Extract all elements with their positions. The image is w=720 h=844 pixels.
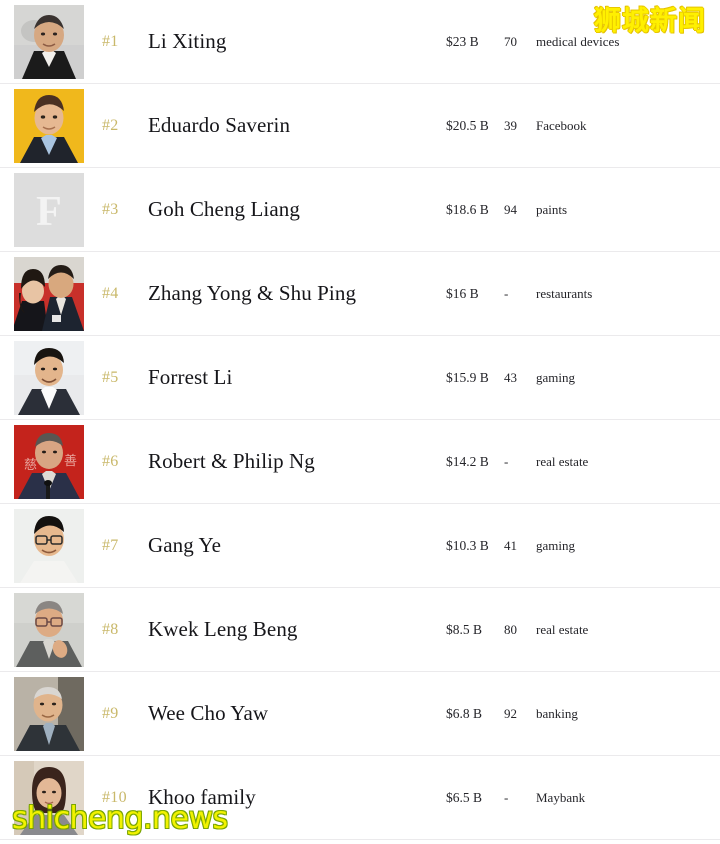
wealth-source: paints [536, 201, 568, 217]
age: 92 [504, 705, 517, 721]
age: - [504, 789, 509, 805]
avatar-cell [0, 756, 100, 840]
rank-label: #4 [102, 284, 119, 302]
table-row[interactable]: #5 Forrest Li $15.9 B 43 gaming [0, 336, 720, 420]
person-name[interactable]: Goh Cheng Liang [146, 197, 446, 222]
rank-label: #6 [102, 452, 119, 470]
avatar-cell: F [0, 168, 100, 252]
person-name[interactable]: Kwek Leng Beng [146, 617, 446, 642]
avatar [14, 592, 84, 667]
rank-label: #8 [102, 620, 119, 638]
wealth-source: restaurants [536, 285, 593, 301]
rank-label: #5 [102, 368, 119, 386]
table-row[interactable]: #4 Zhang Yong & Shu Ping $16 B - restaurants [0, 252, 720, 336]
avatar-cell [0, 504, 100, 588]
age: 43 [504, 369, 517, 385]
table-row[interactable]: #9 Wee Cho Yaw $6.8 B 92 banking [0, 672, 720, 756]
wealth-source: medical devices [536, 33, 620, 49]
avatar-cell [0, 588, 100, 672]
person-name[interactable]: Wee Cho Yaw [146, 701, 446, 726]
wealth-source: real estate [536, 453, 589, 469]
net-worth: $23 B [446, 33, 479, 49]
person-name[interactable]: Robert & Philip Ng [146, 449, 446, 474]
wealth-source: banking [536, 705, 578, 721]
net-worth: $16 B [446, 285, 479, 301]
net-worth: $6.8 B [446, 705, 483, 721]
wealth-source: real estate [536, 621, 589, 637]
net-worth: $14.2 B [446, 453, 489, 469]
avatar [14, 88, 84, 163]
table-row[interactable]: 慈 善 #6 Robert & Philip Ng $14.2 B - real est… [0, 420, 720, 504]
net-worth: $15.9 B [446, 369, 489, 385]
net-worth: $6.5 B [446, 789, 483, 805]
avatar-cell [0, 0, 100, 84]
net-worth: $8.5 B [446, 621, 483, 637]
wealth-source: gaming [536, 537, 575, 553]
table-row[interactable]: #2 Eduardo Saverin $20.5 B 39 Facebook [0, 84, 720, 168]
avatar [14, 760, 84, 835]
avatar-cell [0, 252, 100, 336]
age: 41 [504, 537, 517, 553]
avatar [14, 256, 84, 331]
net-worth: $10.3 B [446, 537, 489, 553]
rank-label: #1 [102, 32, 119, 50]
wealth-source: Facebook [536, 117, 587, 133]
age: 70 [504, 33, 517, 49]
table-row[interactable]: #1 Li Xiting $23 B 70 medical devices [0, 0, 720, 84]
svg-text:F: F [36, 189, 62, 235]
avatar-cell [0, 672, 100, 756]
person-name[interactable]: Khoo family [146, 785, 446, 810]
age: 94 [504, 201, 517, 217]
age: 80 [504, 621, 517, 637]
avatar [14, 676, 84, 751]
avatar: F [14, 172, 84, 247]
avatar-cell [0, 336, 100, 420]
avatar [14, 508, 84, 583]
table-row[interactable]: #10 Khoo family $6.5 B - Maybank [0, 756, 720, 840]
avatar-cell [0, 84, 100, 168]
age: 39 [504, 117, 517, 133]
person-name[interactable]: Li Xiting [146, 29, 446, 54]
table-row[interactable]: F #3 Goh Cheng Liang $18.6 B 94 paints [0, 168, 720, 252]
rank-label: #9 [102, 704, 119, 722]
net-worth: $20.5 B [446, 117, 489, 133]
age: - [504, 453, 509, 469]
age: - [504, 285, 509, 301]
avatar [14, 340, 84, 415]
avatar [14, 4, 84, 79]
svg-text:善: 善 [64, 453, 77, 469]
wealth-source: gaming [536, 369, 575, 385]
rank-label: #2 [102, 116, 119, 134]
wealth-source: Maybank [536, 789, 586, 805]
svg-text:慈: 慈 [24, 458, 37, 473]
net-worth: $18.6 B [446, 201, 489, 217]
rank-label: #10 [102, 788, 127, 806]
table-row[interactable]: #8 Kwek Leng Beng $8.5 B 80 real estate [0, 588, 720, 672]
person-name[interactable]: Eduardo Saverin [146, 113, 446, 138]
table-row[interactable]: #7 Gang Ye $10.3 B 41 gaming [0, 504, 720, 588]
avatar-cell: 慈 善 [0, 420, 100, 504]
person-name[interactable]: Forrest Li [146, 365, 446, 390]
person-name[interactable]: Gang Ye [146, 533, 446, 558]
billionaires-list: #1 Li Xiting $23 B 70 medical devices #2 Edua… [0, 0, 720, 844]
person-name[interactable]: Zhang Yong & Shu Ping [146, 281, 446, 306]
rank-label: #3 [102, 200, 119, 218]
avatar: 慈 善 [14, 424, 84, 499]
rank-label: #7 [102, 536, 119, 554]
